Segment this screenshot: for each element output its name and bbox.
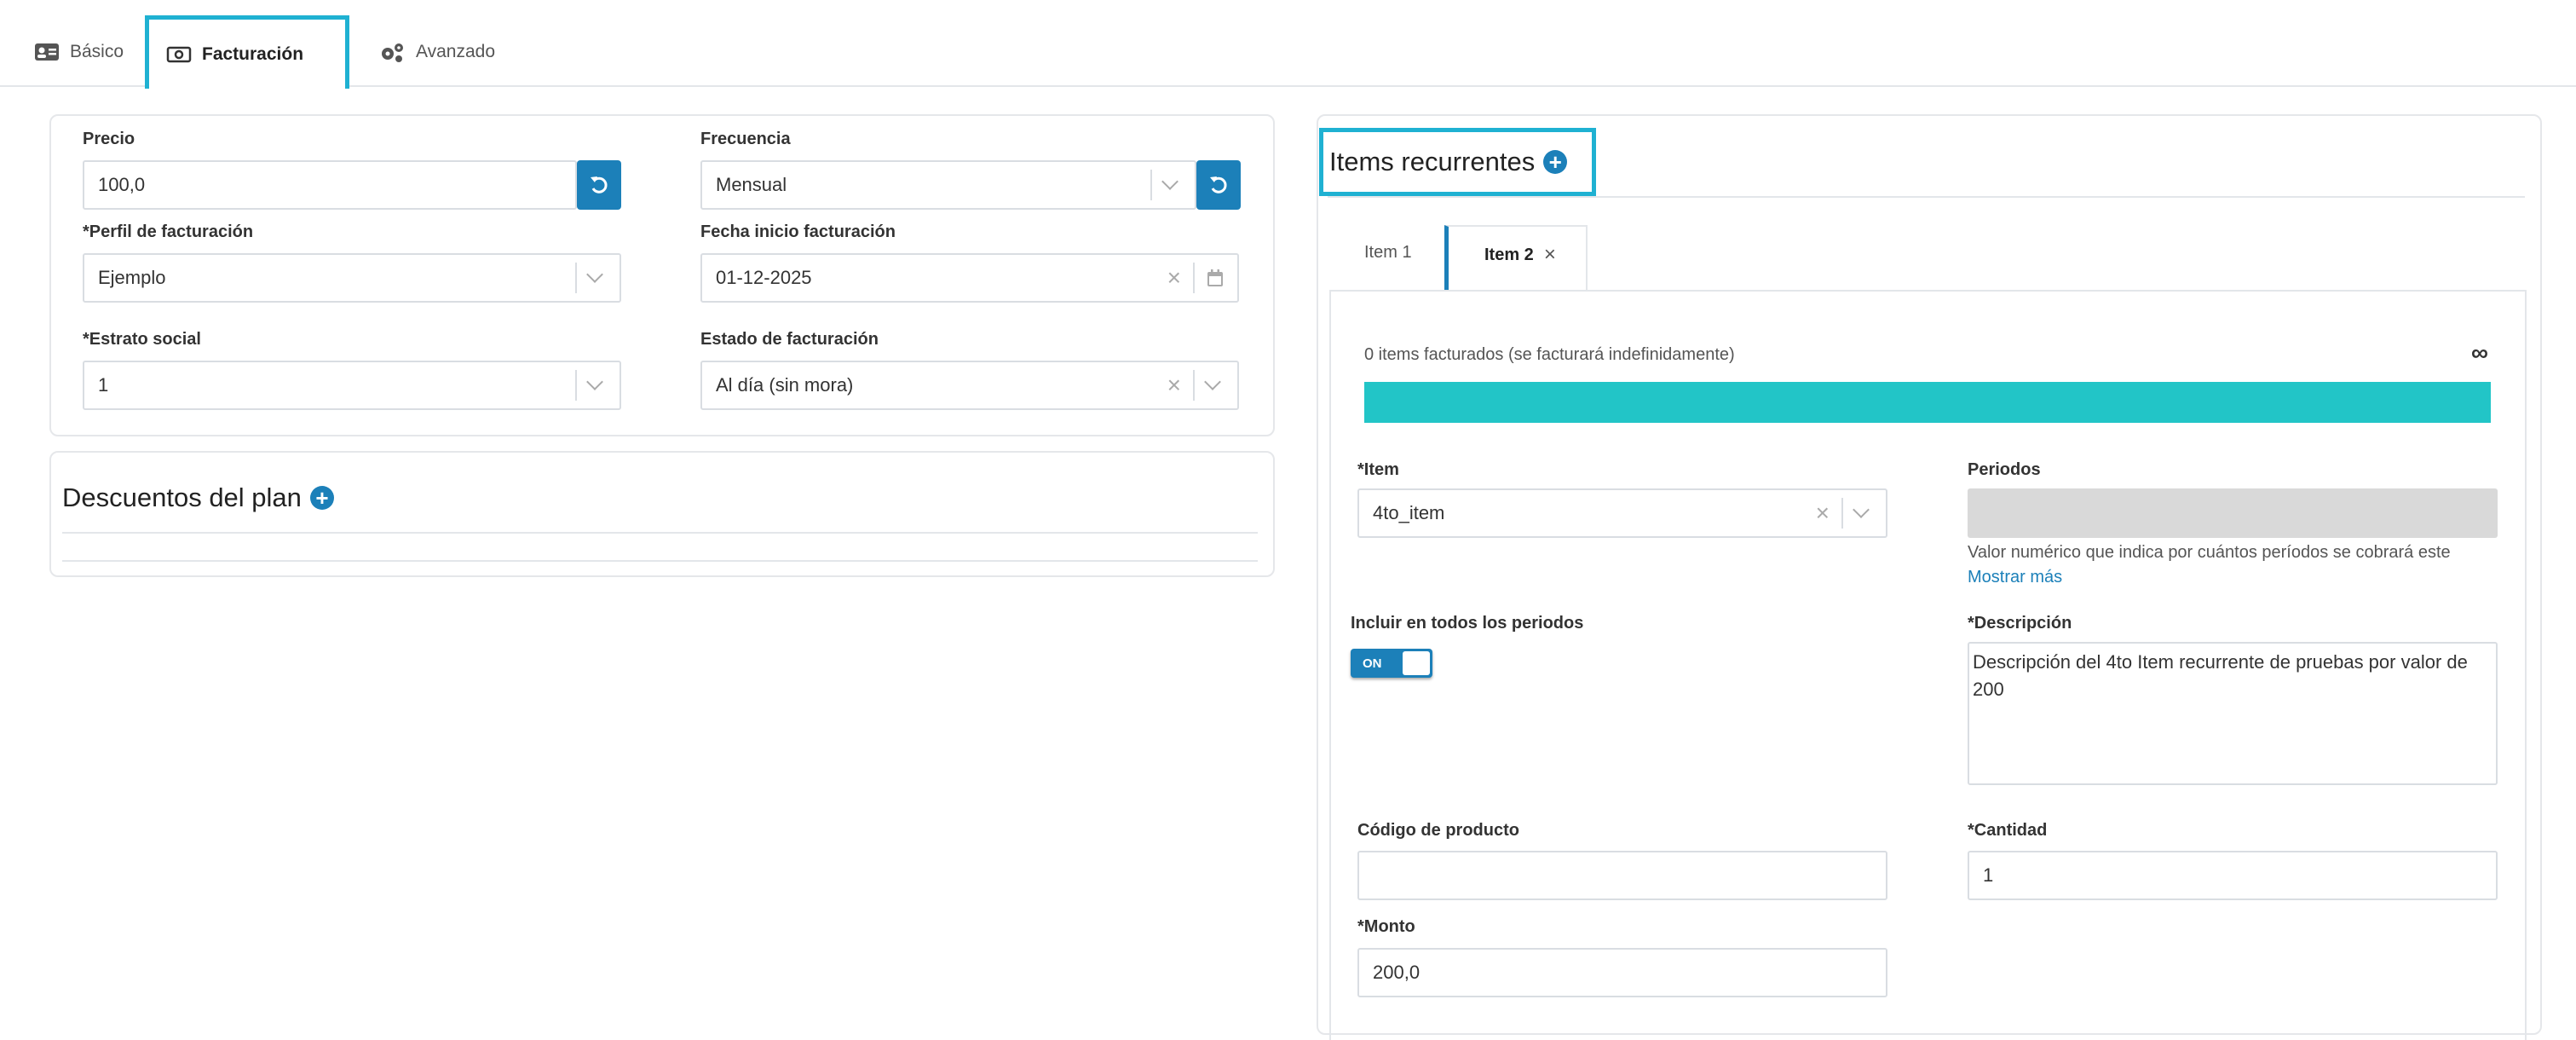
chevron-down-icon: [586, 373, 603, 390]
undo-icon: [1207, 174, 1230, 196]
fecha-label: Fecha inicio facturación: [700, 222, 896, 241]
chevron-down-icon: [1161, 173, 1179, 190]
tab-facturacion[interactable]: Facturación: [145, 15, 349, 89]
clear-icon[interactable]: ×: [1167, 266, 1181, 290]
items-status-text: 0 items facturados (se facturará indefin…: [1364, 345, 1735, 364]
frecuencia-label: Frecuencia: [700, 130, 791, 148]
descripcion-label: *Descripción: [1968, 614, 2072, 633]
undo-icon: [588, 174, 610, 196]
id-card-icon: [34, 43, 60, 61]
estrato-select[interactable]: 1: [83, 361, 621, 410]
cantidad-input[interactable]: 1: [1968, 851, 2498, 900]
divider: [62, 560, 1258, 562]
tab-label: Básico: [70, 42, 124, 61]
tab-item-2-label: Item 2 ×: [1484, 243, 1556, 267]
gears-icon: [378, 41, 406, 63]
items-progress-bar: [1364, 382, 2491, 423]
codigo-input[interactable]: [1357, 851, 1887, 900]
incluir-toggle[interactable]: ON: [1351, 649, 1432, 678]
clear-icon[interactable]: ×: [1816, 501, 1830, 525]
tab-item-1[interactable]: Item 1: [1364, 243, 1412, 263]
perfil-select[interactable]: Ejemplo: [83, 253, 621, 303]
perfil-label: *Perfil de facturación: [83, 222, 254, 241]
periodos-label: Periodos: [1968, 460, 2041, 479]
cantidad-label: *Cantidad: [1968, 821, 2048, 840]
estrato-label: *Estrato social: [83, 330, 201, 349]
periodos-input: [1968, 488, 2498, 538]
monto-input[interactable]: 200,0: [1357, 948, 1887, 997]
add-item-icon[interactable]: +: [1543, 150, 1568, 174]
descuentos-title: Descuentos del plan +: [62, 482, 334, 513]
tab-basico[interactable]: Básico: [17, 15, 141, 89]
divider: [1328, 196, 2525, 198]
estado-label: Estado de facturación: [700, 330, 879, 349]
estado-select[interactable]: Al día (sin mora) ×: [700, 361, 1239, 410]
calendar-icon[interactable]: [1207, 269, 1224, 287]
precio-input[interactable]: 100,0: [83, 160, 577, 210]
mostrar-mas-link[interactable]: Mostrar más: [1968, 568, 2062, 587]
periodos-help: Valor numérico que indica por cuántos pe…: [1968, 543, 2451, 562]
clear-icon[interactable]: ×: [1167, 373, 1181, 397]
add-discount-icon[interactable]: +: [309, 486, 334, 510]
frecuencia-reset-button[interactable]: [1196, 160, 1241, 210]
precio-label: Precio: [83, 130, 135, 148]
tab-label: Facturación: [202, 43, 304, 64]
item-select[interactable]: 4to_item ×: [1357, 488, 1887, 538]
infinity-icon: ∞: [2471, 339, 2488, 366]
descripcion-textarea[interactable]: Descripción del 4to Item recurrente de p…: [1968, 642, 2498, 785]
frecuencia-select[interactable]: Mensual: [700, 160, 1196, 210]
incluir-label: Incluir en todos los periodos: [1351, 614, 1584, 633]
fecha-input[interactable]: 01-12-2025 ×: [700, 253, 1239, 303]
chevron-down-icon: [1853, 501, 1870, 518]
divider: [62, 532, 1258, 534]
chevron-down-icon: [586, 266, 603, 283]
items-title: Items recurrentes +: [1329, 147, 1568, 177]
tab-label: Avanzado: [416, 42, 496, 61]
precio-reset-button[interactable]: [577, 160, 621, 210]
item-label: *Item: [1357, 460, 1399, 479]
descuentos-panel: [49, 451, 1275, 577]
tab-bar: Básico Facturación Avanzado: [0, 0, 2576, 89]
chevron-down-icon: [1204, 373, 1221, 390]
monto-label: *Monto: [1357, 917, 1415, 936]
close-icon[interactable]: ×: [1544, 243, 1556, 267]
money-icon: [166, 46, 192, 63]
items-progress-fill: [1364, 382, 2491, 423]
codigo-label: Código de producto: [1357, 821, 1519, 840]
tab-avanzado[interactable]: Avanzado: [361, 15, 512, 89]
